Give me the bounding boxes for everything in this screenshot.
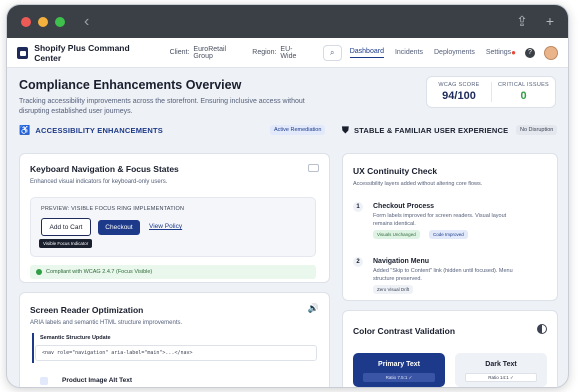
critical-issues-label: CRITICAL ISSUES <box>497 82 550 88</box>
critical-issues-metric: CRITICAL ISSUES 0 <box>491 82 555 102</box>
nav-deployments[interactable]: Deployments <box>434 49 475 56</box>
help-icon[interactable]: ? <box>525 47 535 58</box>
code-snippet: <nav role="navigation" aria-label="main"… <box>35 345 317 361</box>
shop-logo-icon <box>17 46 29 59</box>
dark-text-sample: Dark Text Ratio 14:1 ✓ <box>455 353 547 387</box>
shield-icon: ⛊ <box>342 125 349 135</box>
app-header: Shopify Plus Command Center Client: Euro… <box>7 38 568 68</box>
image-icon <box>40 377 48 385</box>
nav-settings[interactable]: Settings <box>486 49 511 56</box>
semantic-update-label: Semantic Structure Update <box>40 335 111 341</box>
wcag-score-label: WCAG SCORE <box>438 82 480 88</box>
step-number: 2 <box>353 257 363 267</box>
step-checkout: 1 Checkout Process Form labels improved … <box>353 202 549 247</box>
focus-preview-panel: PREVIEW: VISIBLE FOCUS RING IMPLEMENTATI… <box>30 197 316 257</box>
search-icon[interactable]: ⌕ <box>322 44 342 61</box>
screen-reader-subtitle: ARIA labels and semantic HTML structure … <box>30 320 183 326</box>
brand-title: Shopify Plus Command Center <box>34 42 130 63</box>
screen-reader-title: Screen Reader Optimization <box>30 305 144 315</box>
speaker-icon: 🔊 <box>307 303 319 313</box>
browser-chrome: ‹ ⇪ + <box>7 5 568 38</box>
primary-text-sample: Primary Text Ratio 7.5:1 ✓ <box>353 353 445 387</box>
new-tab-icon[interactable]: + <box>546 13 554 30</box>
accessibility-heading: ♿ ACCESSIBILITY ENHANCEMENTS <box>19 125 163 136</box>
contrast-card-title: Color Contrast Validation <box>353 326 456 336</box>
update-accent-bar <box>32 333 34 363</box>
step-description: Added "Skip to Content" link (hidden unt… <box>373 268 513 282</box>
step-navigation: 2 Navigation Menu Added "Skip to Content… <box>353 257 549 297</box>
wcag-score-value: 94/100 <box>442 90 476 102</box>
region-label: Region: <box>252 49 277 56</box>
wcag-score-metric: WCAG SCORE 94/100 <box>427 82 491 102</box>
metrics-card: WCAG SCORE 94/100 CRITICAL ISSUES 0 <box>426 76 556 108</box>
keyboard-icon <box>308 164 319 172</box>
check-circle-icon <box>36 269 42 275</box>
ux-card-subtitle: Accessibility layers added without alter… <box>353 181 483 187</box>
nav-dashboard[interactable]: Dashboard <box>349 48 384 58</box>
ux-heading-text: STABLE & FAMILIAR USER EXPERIENCE <box>353 126 509 135</box>
browser-window: ‹ ⇪ + Shopify Plus Command Center Client… <box>6 4 569 388</box>
preview-label: PREVIEW: VISIBLE FOCUS RING IMPLEMENTATI… <box>41 206 185 212</box>
dark-text-label: Dark Text <box>485 361 517 368</box>
dark-ratio: Ratio 14:1 ✓ <box>465 373 537 382</box>
region-value: EU-Wide <box>280 45 297 60</box>
checkout-button[interactable]: Checkout <box>98 220 140 235</box>
client-label: Client: <box>169 49 190 56</box>
step-title: Navigation Menu <box>373 258 430 265</box>
active-remediation-badge: Active Remediation <box>270 125 326 135</box>
primary-ratio: Ratio 7.5:1 ✓ <box>363 373 435 382</box>
ux-continuity-card: UX Continuity Check Accessibility layers… <box>342 153 558 301</box>
keyboard-card-title: Keyboard Navigation & Focus States <box>30 164 179 174</box>
maximize-window-button[interactable] <box>55 16 65 27</box>
avatar[interactable] <box>544 45 558 60</box>
ux-card-title: UX Continuity Check <box>353 166 438 176</box>
ux-heading: ⛊ STABLE & FAMILIAR USER EXPERIENCE <box>342 125 508 136</box>
screen-reader-card: Screen Reader Optimization ARIA labels a… <box>19 292 330 387</box>
step-title: Checkout Process <box>373 203 435 210</box>
primary-text-label: Primary Text <box>378 361 420 368</box>
accessibility-icon: ♿ <box>19 125 31 135</box>
tag-zero-visual-drift: Zero Visual Drift <box>373 285 414 294</box>
no-disruption-badge: No Disruption <box>516 125 558 135</box>
color-contrast-card: Color Contrast Validation Primary Text R… <box>342 310 558 387</box>
keyboard-navigation-card: Keyboard Navigation & Focus States Enhan… <box>19 153 330 283</box>
accessibility-heading-text: ACCESSIBILITY ENHANCEMENTS <box>35 126 163 135</box>
keyboard-card-subtitle: Enhanced visual indicators for keyboard-… <box>30 179 168 185</box>
compliance-text: Compliant with WCAG 2.4.7 (Focus Visible… <box>46 269 153 275</box>
tag-visuals-unchanged: Visuals Unchanged <box>373 230 420 239</box>
add-to-cart-button[interactable]: Add to Cart <box>41 218 91 236</box>
compliance-banner: Compliant with WCAG 2.4.7 (Focus Visible… <box>30 265 316 279</box>
tag-code-improved: Code Improved <box>429 230 468 239</box>
share-icon[interactable]: ⇪ <box>516 13 528 30</box>
client-value: EuroRetail Group <box>193 45 227 60</box>
view-policy-link[interactable]: View Policy <box>149 223 182 230</box>
main-nav: Dashboard Incidents Deployments Settings <box>349 48 511 58</box>
focus-tooltip: Visible Focus Indicator <box>39 239 93 248</box>
page-subtitle: Tracking accessibility improvements acro… <box>19 98 305 115</box>
close-window-button[interactable] <box>21 16 31 27</box>
step-number: 1 <box>353 202 363 212</box>
bell-icon[interactable]: ● <box>511 48 516 57</box>
back-arrow-icon[interactable]: ‹ <box>84 13 89 31</box>
critical-issues-value: 0 <box>520 90 527 102</box>
contrast-icon <box>537 324 547 334</box>
step-description: Form labels improved for screen readers.… <box>373 213 507 227</box>
minimize-window-button[interactable] <box>38 16 48 27</box>
nav-incidents[interactable]: Incidents <box>395 49 423 56</box>
alt-text-item: Product Image Alt Text <box>62 377 133 384</box>
main-content: Compliance Enhancements Overview Trackin… <box>7 68 568 124</box>
